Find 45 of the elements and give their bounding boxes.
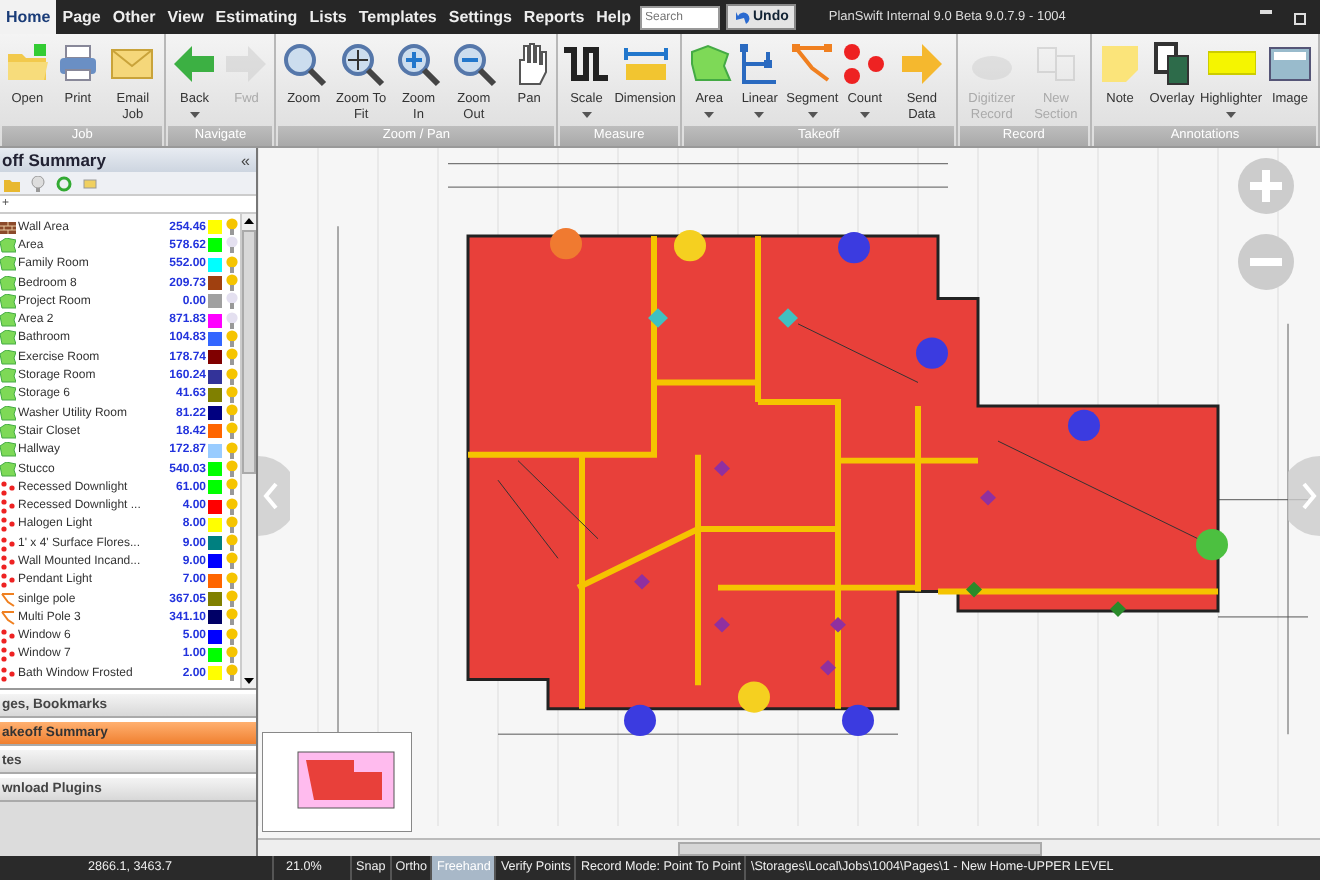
caret-icon [859,111,870,117]
zoom-in-icon [394,40,443,88]
caret-icon [754,111,765,117]
scroll-thumb[interactable] [242,229,256,473]
restore-icon [1292,9,1308,25]
panel-title: off Summary [2,150,106,170]
magnifier-icon [279,40,328,88]
horizontal-scrollbar[interactable] [258,838,1320,856]
collapse-button[interactable]: « [241,151,250,169]
bulb-icon [30,175,46,191]
zoom-in-button[interactable] [1236,156,1296,216]
scroll-thumb[interactable] [678,842,1042,856]
caret-icon [807,111,818,117]
minimize-icon [1260,9,1272,13]
menu-tab[interactable]: Home [0,0,57,34]
zoom-out-button[interactable] [1236,232,1296,292]
list-icon [82,175,98,191]
menu-tab[interactable]: Templates [352,0,443,34]
menu-tab[interactable]: Other [106,0,162,34]
pan-right-button[interactable] [1288,456,1320,536]
dots-icon [840,40,889,88]
undo-arrow-icon [733,9,749,25]
menu-tab[interactable]: Settings [442,0,518,34]
down-arrow-icon [244,678,254,684]
right-arrow-icon [222,40,271,88]
menu-tab[interactable]: View [161,0,210,34]
note-icon [1096,40,1144,88]
up-arrow-icon [244,218,254,224]
zoom-out-icon [449,40,498,88]
caret-icon [189,111,200,117]
brick-wall-icon [0,219,16,236]
menu-tab[interactable]: Help [590,0,637,34]
menu-tab[interactable]: Estimating [209,0,304,34]
caret-icon [581,111,592,117]
menu-tab[interactable]: Reports [517,0,591,34]
minimap-thumbnail[interactable] [262,732,412,832]
menu-tab[interactable]: Lists [303,0,353,34]
magnifier-icon [337,40,386,88]
menu-tab[interactable]: Page [56,0,107,34]
caret-icon [704,111,715,117]
refresh-icon [56,175,72,191]
vertical-scrollbar[interactable] [240,214,256,688]
caret-icon [1226,111,1236,117]
pan-left-button[interactable] [258,456,290,536]
right-arrow-icon [897,40,946,88]
